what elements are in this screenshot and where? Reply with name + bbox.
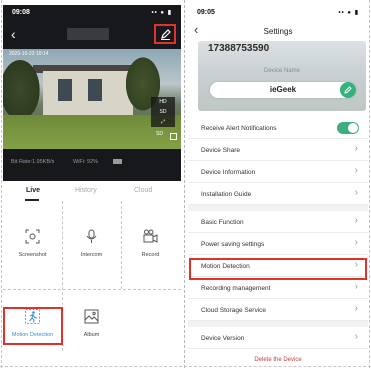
wifi-text: WiFi: 92% [73, 159, 99, 165]
screenshot-stage: 09:08 •• ● ▮ ‹ 2020-10-23 10:14 HD SD ⤢ … [0, 0, 371, 368]
camera-name-placeholder [67, 28, 109, 40]
edit-name-button[interactable] [340, 82, 356, 98]
expand-option[interactable]: ⤢ [151, 117, 175, 127]
back-arrow-icon[interactable]: ‹ [11, 27, 16, 41]
tab-history[interactable]: History [75, 187, 97, 194]
fullscreen-icon[interactable] [170, 133, 177, 140]
video-scene-window [88, 79, 102, 101]
video-record-icon [143, 229, 158, 243]
quality-sd-option[interactable]: SD [151, 107, 175, 117]
row-label: Power saving settings [201, 241, 265, 248]
quality-hd-option[interactable]: HD [151, 97, 175, 107]
battery-icon [113, 159, 122, 164]
video-timestamp: 2020-10-23 10:14 [9, 51, 49, 57]
motion-detection-highlight [3, 307, 63, 345]
settings-screen: 09:05 •• ● ▮ ‹ Settings 17388753590 Devi… [188, 5, 368, 365]
record-label: Record [141, 252, 160, 258]
screenshot-label: Screenshot [18, 252, 47, 258]
device-name-label: Device Name [263, 68, 300, 74]
quality-menu[interactable]: HD SD ⤢ [151, 97, 175, 127]
alert-notifications-toggle[interactable] [337, 122, 359, 134]
motion-detection-row-highlight [189, 258, 367, 280]
row-basic-function[interactable]: Basic Function › [188, 211, 368, 233]
device-name-field[interactable]: ieGeek [210, 82, 356, 98]
delete-device-button[interactable]: Delete the Device [188, 357, 368, 363]
stream-info: Bit Rate:1.95KB/s WiFi: 92% [3, 149, 181, 175]
row-power-saving-settings[interactable]: Power saving settings › [188, 233, 368, 255]
device-name: ieGeek [269, 85, 297, 94]
live-video-feed[interactable]: 2020-10-23 10:14 HD SD ⤢ SD [3, 49, 181, 149]
row-label: Receive Alert Notifications [201, 125, 277, 132]
row-label: Basic Function [201, 219, 244, 226]
row-label: Cloud Storage Service [201, 307, 267, 314]
chevron-right-icon: › [354, 303, 358, 314]
chevron-right-icon: › [354, 187, 358, 198]
status-time: 09:05 [197, 9, 215, 16]
row-installation-guide[interactable]: Installation Guide › [188, 183, 368, 205]
nav-bar: ‹ [3, 24, 181, 49]
nav-bar: ‹ Settings [188, 21, 368, 41]
toggle-knob [348, 123, 358, 133]
row-device-share[interactable]: Device Share › [188, 139, 368, 161]
panel-divider [184, 0, 185, 368]
record-button[interactable]: Record [121, 201, 180, 281]
border-right [369, 0, 370, 368]
function-grid: Screenshot Intercom Record Motion Detect… [3, 201, 181, 365]
video-scene-window [58, 79, 72, 101]
intercom-button[interactable]: Intercom [62, 201, 121, 281]
status-icons: •• ● ▮ [338, 10, 359, 16]
status-time: 09:08 [12, 9, 30, 16]
chevron-right-icon: › [354, 165, 358, 176]
pencil-icon [344, 86, 352, 94]
settings-edit-button[interactable] [154, 24, 176, 44]
row-label: Device Version [201, 335, 245, 342]
chevron-right-icon: › [354, 215, 358, 226]
border-bottom [0, 366, 371, 367]
microphone-icon [86, 229, 97, 243]
live-header: 09:08 •• ● ▮ ‹ 2020-10-23 10:14 HD SD ⤢ … [3, 5, 181, 201]
row-label: Device Share [201, 147, 241, 154]
row-label: Device Information [201, 169, 256, 176]
video-quality-label[interactable]: SD [156, 131, 163, 137]
pencil-icon [161, 29, 171, 40]
row-label: Installation Guide [201, 191, 252, 198]
chevron-right-icon: › [354, 331, 358, 342]
status-bar: 09:08 •• ● ▮ [3, 5, 181, 21]
tab-cloud[interactable]: Cloud [134, 187, 152, 194]
bitrate-text: Bit Rate:1.95KB/s [11, 159, 55, 165]
chevron-right-icon: › [354, 281, 358, 292]
status-bar: 09:05 •• ● ▮ [188, 5, 368, 21]
screenshot-icon [25, 229, 40, 244]
row-label: Recording management [201, 285, 271, 292]
album-label: Album [83, 332, 100, 338]
album-icon [84, 309, 99, 324]
status-icons: •• ● ▮ [151, 10, 172, 16]
chevron-right-icon: › [354, 143, 358, 154]
tab-live[interactable]: Live [26, 187, 40, 194]
device-id: 17388753590 [208, 43, 270, 54]
row-recording-management[interactable]: Recording management › [188, 277, 368, 299]
chevron-right-icon: › [354, 237, 358, 248]
view-tabs: Live History Cloud [3, 181, 181, 201]
border-left [1, 0, 2, 368]
device-card: 17388753590 Device Name ieGeek [198, 41, 366, 111]
row-device-information[interactable]: Device Information › [188, 161, 368, 183]
album-button[interactable]: Album [62, 281, 121, 361]
row-receive-alert-notifications[interactable]: Receive Alert Notifications [188, 117, 368, 139]
page-title: Settings [263, 27, 293, 36]
row-device-version[interactable]: Device Version › [188, 327, 368, 349]
live-view-screen: 09:08 •• ● ▮ ‹ 2020-10-23 10:14 HD SD ⤢ … [3, 5, 181, 365]
row-cloud-storage-service[interactable]: Cloud Storage Service › [188, 299, 368, 321]
screenshot-button[interactable]: Screenshot [3, 201, 62, 281]
intercom-label: Intercom [80, 252, 103, 258]
